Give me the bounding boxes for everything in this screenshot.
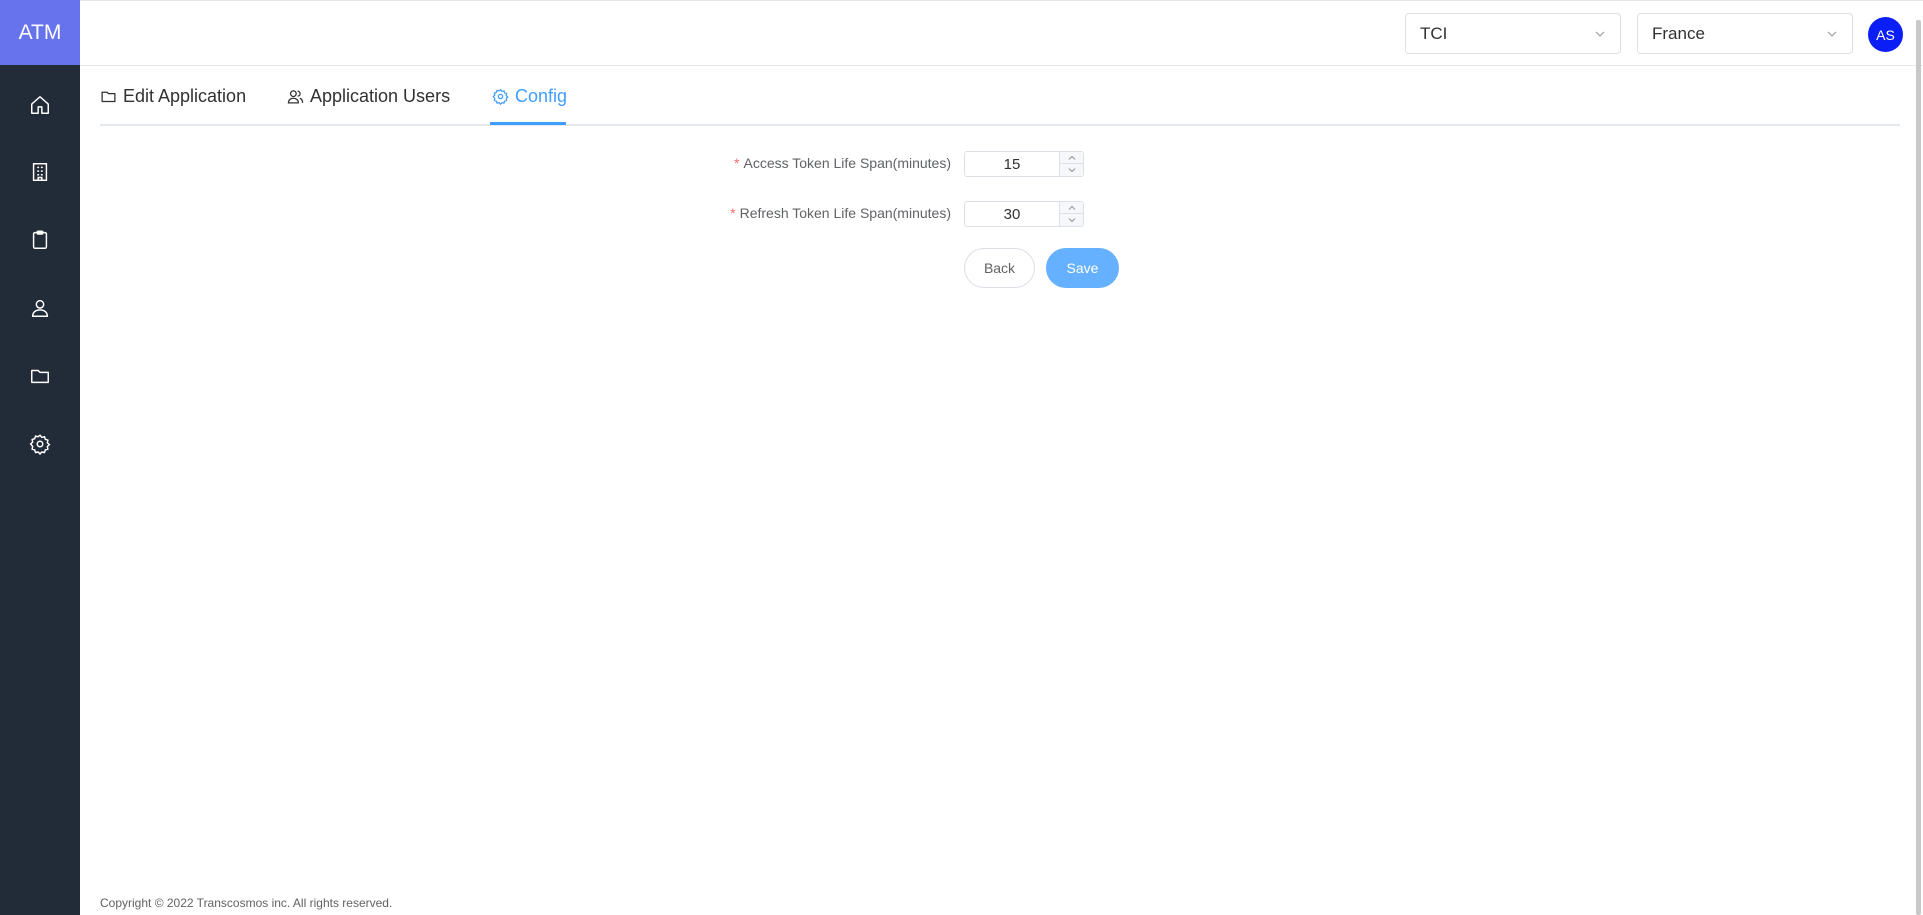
required-mark: *	[730, 205, 736, 221]
country-select-value: France	[1652, 23, 1705, 43]
tab-label: Config	[515, 85, 568, 106]
user-icon	[31, 299, 49, 317]
chevron-down-icon	[1595, 31, 1605, 37]
stepper-controls	[1059, 152, 1083, 176]
clipboard-icon	[32, 230, 48, 249]
increment-button[interactable]	[1060, 202, 1083, 214]
tab-config[interactable]: Config	[492, 66, 567, 126]
sidebar-item-users[interactable]	[0, 278, 80, 338]
chevron-up-icon	[1068, 155, 1075, 160]
chevron-down-icon	[1827, 31, 1837, 37]
country-select[interactable]: France	[1637, 13, 1853, 54]
scrollbar[interactable]	[1916, 20, 1921, 915]
chevron-down-icon	[1068, 168, 1075, 173]
refresh-token-stepper	[964, 201, 1084, 227]
sidebar: ATM	[0, 0, 80, 915]
folder-icon	[31, 369, 49, 384]
sidebar-item-settings[interactable]	[0, 414, 80, 474]
stepper-controls	[1059, 202, 1083, 226]
required-mark: *	[734, 155, 740, 171]
user-avatar[interactable]: AS	[1868, 17, 1903, 52]
home-icon	[31, 96, 49, 114]
sidebar-item-organization[interactable]	[0, 142, 80, 202]
access-token-input[interactable]	[965, 152, 1059, 176]
refresh-token-row: * Refresh Token Life Span(minutes)	[600, 201, 1100, 227]
chevron-down-icon	[1068, 218, 1075, 223]
footer-copyright: Copyright © 2022 Transcosmos inc. All ri…	[100, 896, 393, 910]
save-button[interactable]: Save	[1046, 248, 1119, 288]
users-icon	[287, 89, 304, 104]
refresh-token-input[interactable]	[965, 202, 1059, 226]
refresh-token-label: * Refresh Token Life Span(minutes)	[730, 205, 951, 221]
active-tab-indicator	[490, 122, 566, 125]
company-select-value: TCI	[1420, 23, 1448, 43]
refresh-token-label-text: Refresh Token Life Span(minutes)	[739, 205, 951, 221]
sidebar-item-home[interactable]	[0, 75, 80, 135]
decrement-button[interactable]	[1060, 164, 1083, 176]
access-token-stepper	[964, 151, 1084, 177]
folder-icon	[101, 91, 116, 102]
tab-edit-application[interactable]: Edit Application	[100, 66, 246, 126]
access-token-label: * Access Token Life Span(minutes)	[734, 155, 951, 171]
sidebar-item-folders[interactable]	[0, 346, 80, 406]
building-icon	[32, 163, 48, 181]
top-header: TCI France AS	[80, 0, 1923, 66]
app-logo[interactable]: ATM	[0, 0, 80, 65]
tab-bar: Edit Application Application Users Confi…	[100, 66, 1900, 126]
tab-label: Application Users	[310, 85, 451, 106]
access-token-label-text: Access Token Life Span(minutes)	[743, 155, 951, 171]
sidebar-item-applications[interactable]	[0, 210, 80, 270]
gear-icon	[492, 88, 509, 105]
company-select[interactable]: TCI	[1405, 13, 1621, 54]
increment-button[interactable]	[1060, 152, 1083, 164]
access-token-row: * Access Token Life Span(minutes)	[600, 151, 1100, 177]
tab-label: Edit Application	[123, 85, 247, 106]
decrement-button[interactable]	[1060, 214, 1083, 226]
tab-application-users[interactable]: Application Users	[287, 66, 450, 126]
gear-icon	[29, 434, 51, 455]
chevron-up-icon	[1068, 205, 1075, 210]
back-button[interactable]: Back	[964, 248, 1035, 288]
